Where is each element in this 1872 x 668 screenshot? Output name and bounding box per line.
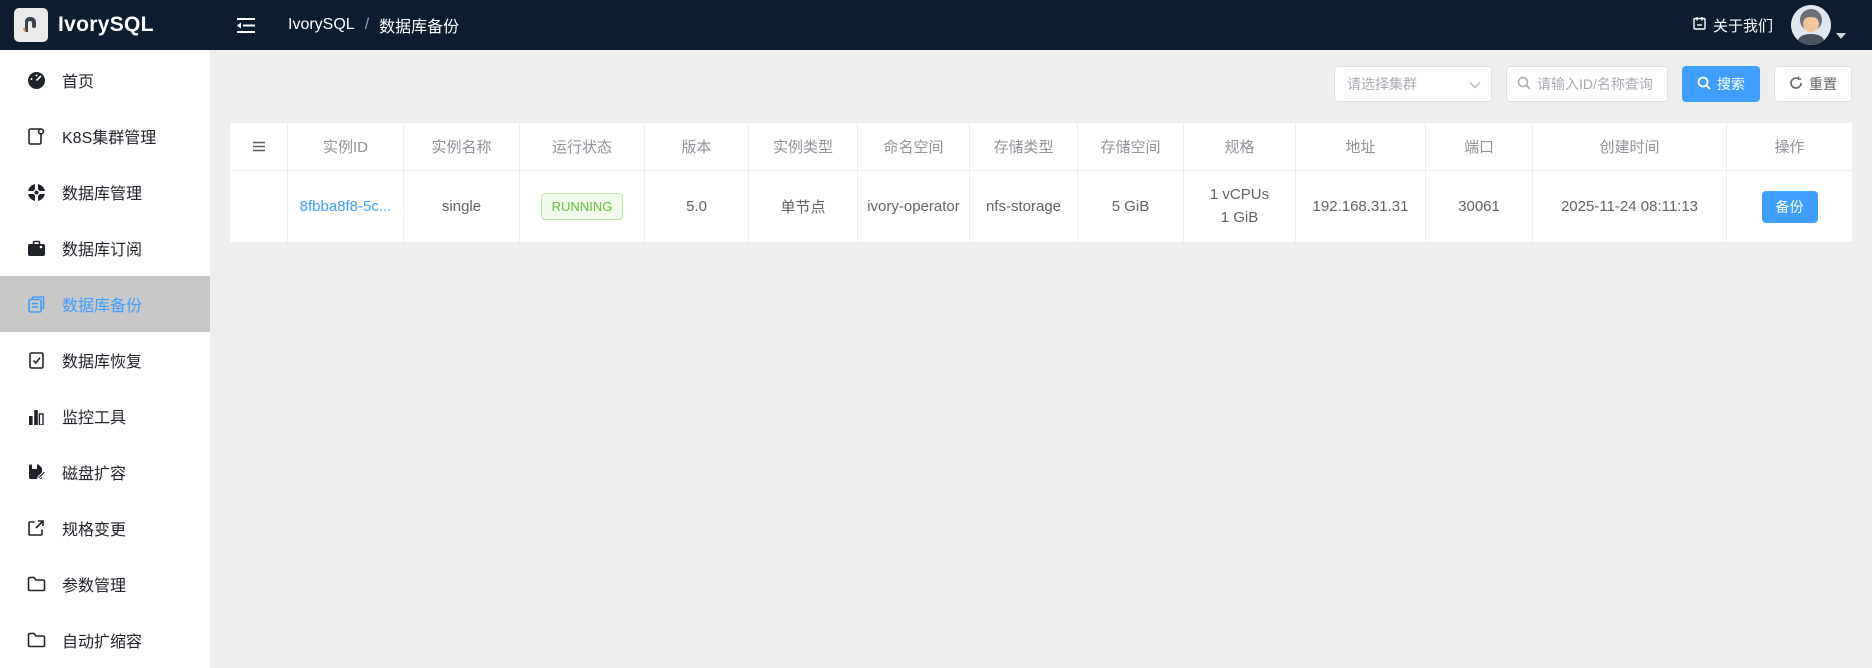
folder-icon (26, 630, 46, 650)
instance-name-cell: single (404, 171, 520, 243)
database-manage-icon (26, 182, 46, 202)
col-header-instance-id: 实例ID (288, 123, 404, 171)
sidebar-item-label: 自动扩缩容 (62, 628, 142, 652)
col-header-address: 地址 (1296, 123, 1426, 171)
sidebar-item-db-restore[interactable]: 数据库恢复 (0, 332, 210, 388)
sidebar-item-label: 规格变更 (62, 516, 126, 540)
port-cell: 30061 (1426, 171, 1533, 243)
cluster-select-placeholder: 请选择集群 (1347, 74, 1417, 94)
sidebar-item-monitor-tools[interactable]: 监控工具 (0, 388, 210, 444)
about-us-label: 关于我们 (1713, 15, 1773, 36)
col-header-instance-type: 实例类型 (749, 123, 858, 171)
backup-copy-icon (26, 294, 46, 314)
external-link-icon (26, 518, 46, 538)
col-header-instance-name: 实例名称 (404, 123, 520, 171)
brand-title: IvorySQL (58, 13, 154, 37)
avatar (1791, 5, 1831, 45)
instances-table: 实例ID 实例名称 运行状态 版本 实例类型 命名空间 存储类型 存储空间 规格… (229, 122, 1853, 243)
sidebar-item-label: 数据库恢复 (62, 348, 142, 372)
search-icon (1517, 76, 1531, 93)
spec-cpu: 1 vCPUs (1184, 184, 1295, 207)
col-header-status: 运行状态 (520, 123, 645, 171)
breadcrumb-root[interactable]: IvorySQL (288, 16, 355, 34)
sidebar-item-label: 监控工具 (62, 404, 126, 428)
sidebar-item-label: K8S集群管理 (62, 124, 156, 148)
dashboard-icon (26, 70, 46, 90)
storage-size-cell: 5 GiB (1078, 171, 1184, 243)
col-header-storage-size: 存储空间 (1078, 123, 1184, 171)
folder-icon (26, 574, 46, 594)
spec-cell: 1 vCPUs 1 GiB (1184, 171, 1296, 243)
sidebar-item-disk-expand[interactable]: 磁盘扩容 (0, 444, 210, 500)
sidebar-item-label: 参数管理 (62, 572, 126, 596)
sidebar-item-db-manage[interactable]: 数据库管理 (0, 164, 210, 220)
column-settings-icon (230, 141, 287, 152)
address-cell: 192.168.31.31 (1296, 171, 1426, 243)
instance-type-cell: 单节点 (749, 171, 858, 243)
sidebar-item-auto-scale[interactable]: 自动扩缩容 (0, 612, 210, 668)
table-row: 8fbba8f8-5c... single RUNNING 5.0 单节点 iv… (230, 171, 1853, 243)
col-header-storage-type: 存储类型 (970, 123, 1078, 171)
search-field (1506, 66, 1668, 102)
sidebar-item-home[interactable]: 首页 (0, 52, 210, 108)
breadcrumb-separator: / (365, 16, 369, 34)
search-button[interactable]: 搜索 (1682, 66, 1760, 102)
disk-edit-icon (26, 462, 46, 482)
user-menu[interactable] (1791, 5, 1846, 45)
created-at-cell: 2025-11-24 08:11:13 (1533, 171, 1727, 243)
col-header-created-at: 创建时间 (1533, 123, 1727, 171)
collapse-menu-icon[interactable] (236, 17, 256, 34)
col-header-spec: 规格 (1184, 123, 1296, 171)
col-header-version: 版本 (645, 123, 749, 171)
sidebar-item-k8s-cluster[interactable]: K8S集群管理 (0, 108, 210, 164)
brand-area: IvorySQL (0, 8, 210, 42)
column-settings-header[interactable] (230, 123, 288, 171)
search-icon (1697, 76, 1711, 93)
navbar-right: 关于我们 (1692, 5, 1872, 45)
sidebar-item-db-backup[interactable]: 数据库备份 (0, 276, 210, 332)
sidebar-item-label: 数据库订阅 (62, 236, 142, 260)
main-content: 请选择集群 搜索 (210, 50, 1872, 243)
sidebar-item-label: 磁盘扩容 (62, 460, 126, 484)
storage-type-cell: nfs-storage (970, 171, 1078, 243)
reset-button[interactable]: 重置 (1774, 66, 1852, 102)
about-us-link[interactable]: 关于我们 (1692, 15, 1773, 36)
subscription-icon (26, 238, 46, 258)
sidebar-item-spec-change[interactable]: 规格变更 (0, 500, 210, 556)
bar-chart-icon (26, 406, 46, 426)
chevron-down-icon (1469, 76, 1481, 92)
cluster-icon (26, 126, 46, 146)
top-navbar: IvorySQL IvorySQL / 数据库备份 关于我们 (0, 0, 1872, 50)
sidebar-item-db-subscription[interactable]: 数据库订阅 (0, 220, 210, 276)
table-header-row: 实例ID 实例名称 运行状态 版本 实例类型 命名空间 存储类型 存储空间 规格… (230, 123, 1853, 171)
about-book-icon (1692, 16, 1707, 35)
breadcrumb-current: 数据库备份 (379, 13, 459, 37)
sidebar-item-label: 首页 (62, 68, 94, 92)
spec-memory: 1 GiB (1184, 207, 1295, 230)
sidebar-item-param-manage[interactable]: 参数管理 (0, 556, 210, 612)
elephant-logo-icon (14, 8, 48, 42)
cluster-select[interactable]: 请选择集群 (1334, 66, 1492, 102)
col-header-port: 端口 (1426, 123, 1533, 171)
chevron-down-icon (1836, 33, 1846, 39)
col-header-namespace: 命名空间 (858, 123, 970, 171)
sidebar-item-label: 数据库备份 (62, 292, 142, 316)
sidebar: 首页 K8S集群管理 数据库管理 (0, 50, 210, 668)
search-button-label: 搜索 (1717, 74, 1745, 94)
row-expand-cell (230, 171, 288, 243)
restore-check-icon (26, 350, 46, 370)
version-cell: 5.0 (645, 171, 749, 243)
sidebar-item-label: 数据库管理 (62, 180, 142, 204)
reset-button-label: 重置 (1809, 74, 1837, 94)
status-badge: RUNNING (541, 193, 624, 220)
namespace-cell: ivory-operator (858, 171, 970, 243)
breadcrumb: IvorySQL / 数据库备份 (288, 13, 459, 37)
backup-button[interactable]: 备份 (1762, 191, 1818, 223)
search-input[interactable] (1537, 76, 1657, 92)
instance-id-link[interactable]: 8fbba8f8-5c... (300, 198, 392, 215)
col-header-actions: 操作 (1727, 123, 1853, 171)
refresh-icon (1789, 76, 1803, 93)
filter-bar: 请选择集群 搜索 (210, 50, 1872, 102)
